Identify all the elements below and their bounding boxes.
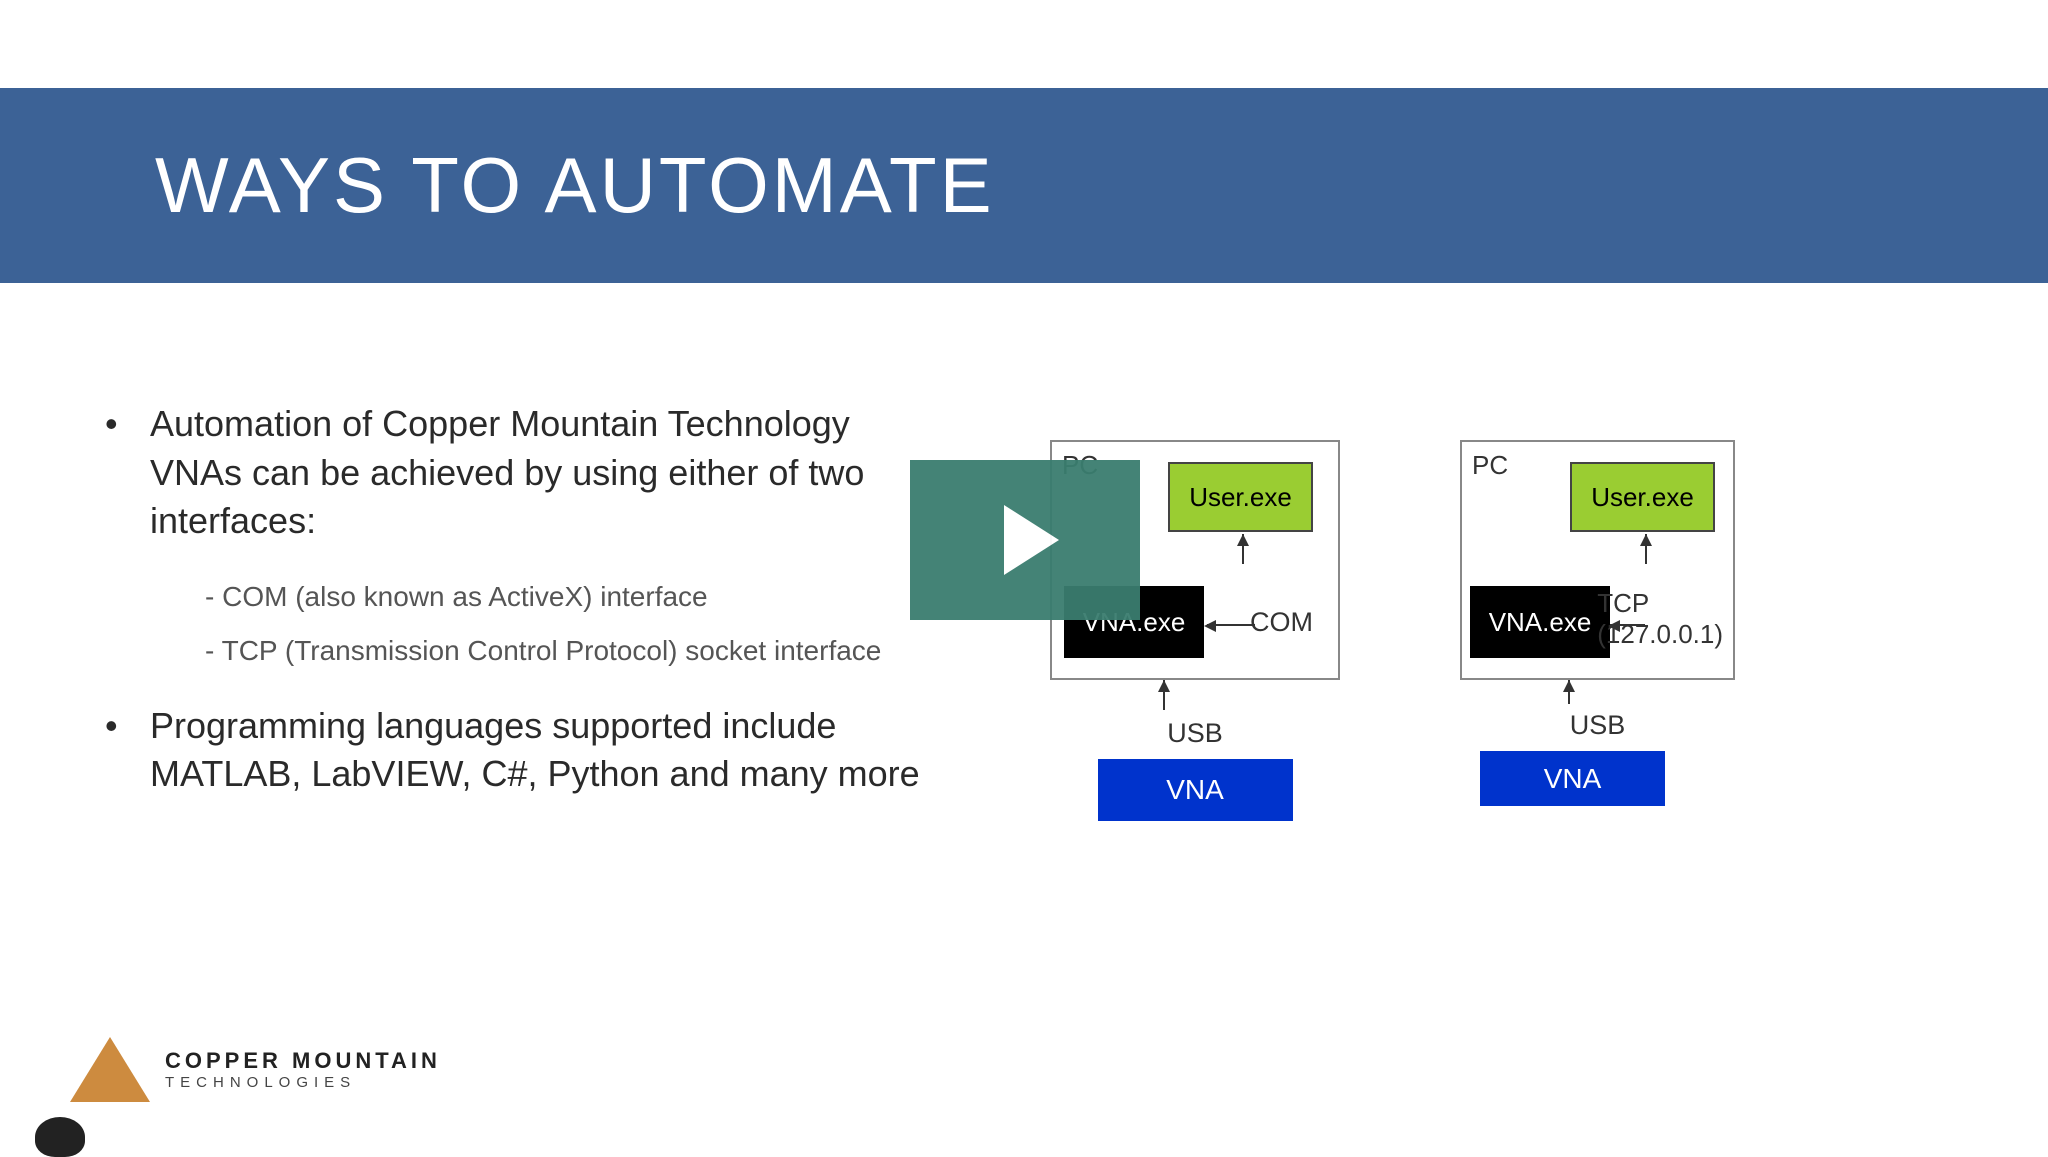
user-exe-1: User.exe: [1168, 462, 1313, 532]
com-label: COM: [1250, 607, 1313, 638]
logo-tagline: TECHNOLOGIES: [165, 1074, 441, 1091]
bullet-1: Automation of Copper Mountain Technology…: [90, 400, 940, 546]
arrow-head-icon: [1237, 534, 1249, 546]
play-icon: [1004, 505, 1059, 575]
tcp-label: TCP (127.0.0.1): [1597, 588, 1723, 650]
footer-logo: COPPER MOUNTAIN TECHNOLOGIES: [70, 1037, 441, 1102]
slide-title: WAYS TO AUTOMATE: [155, 140, 995, 231]
diagrams-area: PC User.exe VNA.exe COM USB VNA PC: [1050, 440, 1735, 821]
slide-container: WAYS TO AUTOMATE Automation of Copper Mo…: [0, 0, 2048, 1152]
tcp-line1: TCP: [1597, 588, 1649, 618]
logo-graphic: [70, 1037, 150, 1102]
vna-exe-2: VNA.exe: [1470, 586, 1610, 658]
arrow-head-icon: [1204, 620, 1216, 632]
pc-label-2: PC: [1472, 450, 1508, 481]
logo-lizard-icon: [35, 1117, 85, 1157]
diagram-tcp: PC User.exe VNA.exe TCP (127.0.0.1) USB …: [1460, 440, 1735, 821]
pc-box-2: PC User.exe VNA.exe TCP (127.0.0.1): [1460, 440, 1735, 680]
usb-label-1: USB: [1050, 718, 1340, 749]
user-exe-2: User.exe: [1570, 462, 1715, 532]
arrow-head-icon: [1563, 680, 1575, 692]
bullet-2: Programming languages supported include …: [90, 702, 940, 799]
logo-company-name: COPPER MOUNTAIN: [165, 1048, 441, 1074]
arrow-head-icon: [1608, 620, 1620, 632]
bullet-list: Automation of Copper Mountain Technology…: [90, 400, 940, 799]
arrow-head-icon: [1640, 534, 1652, 546]
sub-bullet-list: - COM (also known as ActiveX) interface …: [90, 576, 940, 672]
logo-text: COPPER MOUNTAIN TECHNOLOGIES: [165, 1048, 441, 1091]
logo-mountain-icon: [70, 1037, 150, 1102]
sub-bullet-1: - COM (also known as ActiveX) interface: [90, 576, 940, 618]
arrow-head-icon: [1158, 680, 1170, 692]
vna-box-1: VNA: [1098, 759, 1293, 821]
content-area: Automation of Copper Mountain Technology…: [90, 400, 940, 829]
title-bar: WAYS TO AUTOMATE: [0, 88, 2048, 283]
sub-bullet-2: - TCP (Transmission Control Protocol) so…: [90, 630, 940, 672]
vna-box-2: VNA: [1480, 751, 1665, 806]
usb-label-2: USB: [1460, 710, 1735, 741]
play-button[interactable]: [910, 460, 1140, 620]
